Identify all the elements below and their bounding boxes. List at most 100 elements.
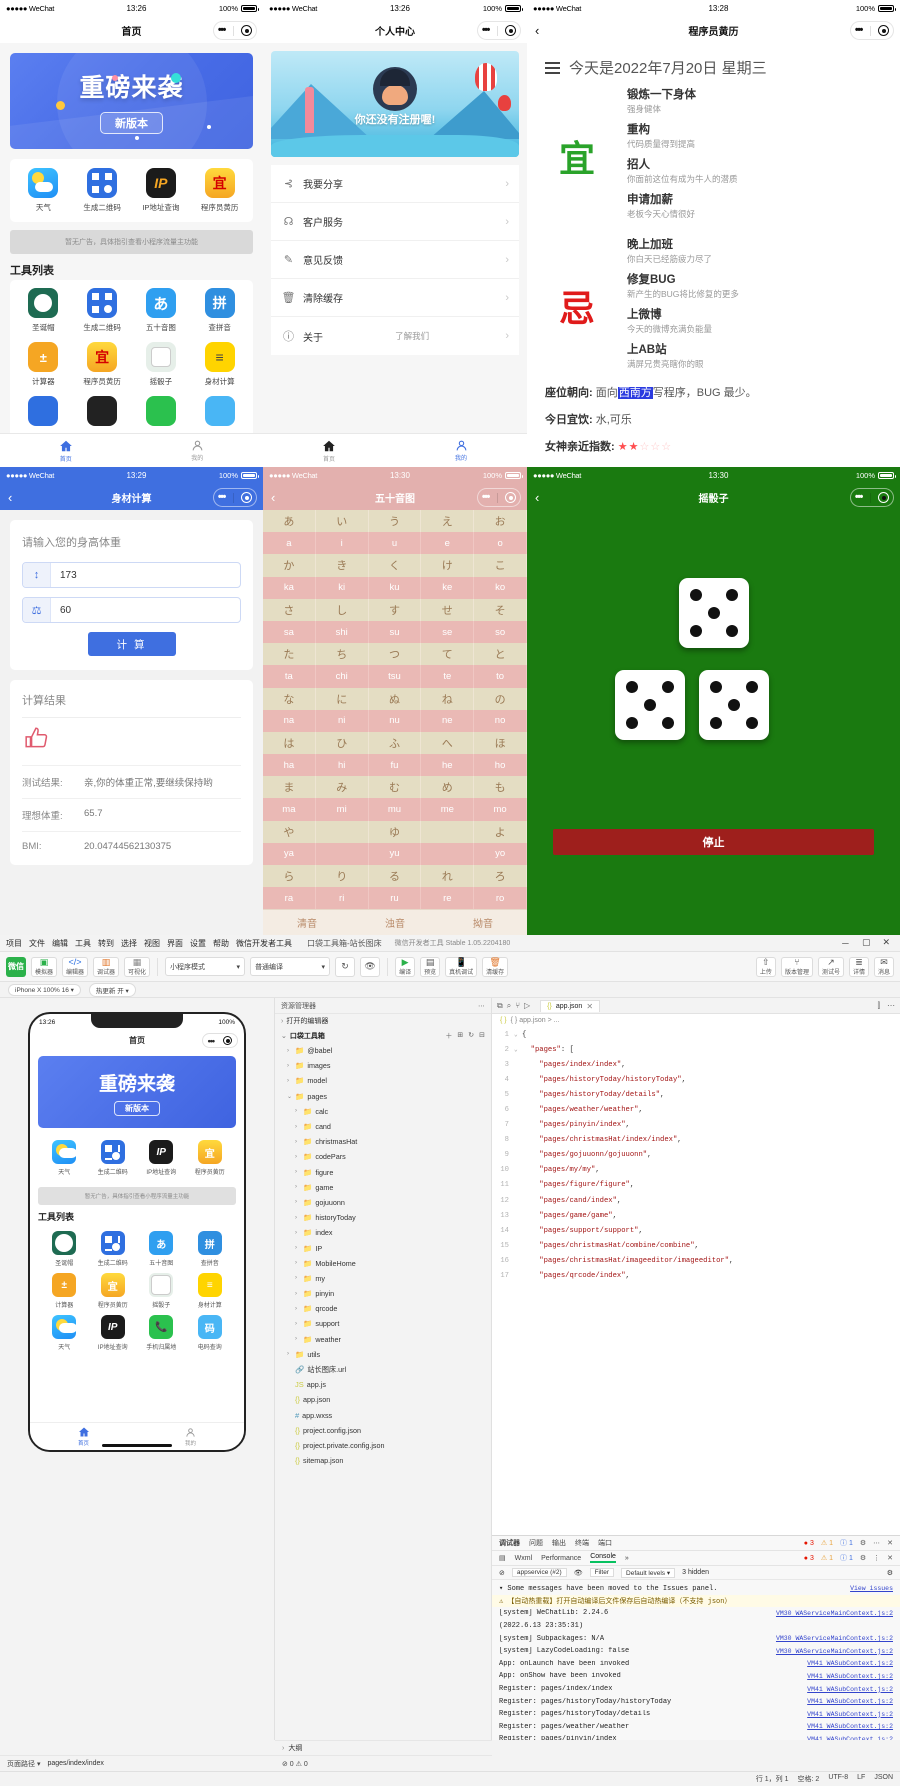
log-source-link[interactable]: VM41 WASubContext.js:2	[807, 1723, 893, 1730]
kana-cell[interactable]: さ	[263, 599, 316, 621]
eye-icon[interactable]: 👁	[574, 1569, 583, 1577]
version-button[interactable]: ⑂版本管理	[781, 957, 813, 977]
romaji-cell[interactable]: ru	[369, 887, 422, 909]
preview-button[interactable]: ▤预览	[420, 957, 440, 977]
menu-interface[interactable]: 界面	[167, 938, 183, 949]
clear-cache-button[interactable]: 🗑清缓存	[482, 957, 508, 977]
code-line[interactable]: 16 "pages/christmasHat/imageeditor/image…	[492, 1253, 900, 1268]
tree-node[interactable]: {}sitemap.json	[275, 1453, 491, 1468]
code-line[interactable]: 9 "pages/gojuuonn/gojuuonn",	[492, 1148, 900, 1163]
romaji-cell[interactable]: mi	[316, 798, 369, 820]
tree-node[interactable]: {}project.private.config.json	[275, 1438, 491, 1453]
menu-tools[interactable]: 工具	[75, 938, 91, 949]
die[interactable]	[699, 670, 769, 740]
romaji-cell[interactable]: se	[421, 621, 474, 643]
close-icon[interactable]: ✕	[887, 1554, 893, 1562]
tab-console[interactable]: Console	[590, 1553, 616, 1563]
romaji-cell[interactable]: ha	[263, 754, 316, 776]
romaji-cell[interactable]: so	[474, 621, 527, 643]
menu-settings[interactable]: 设置	[190, 938, 206, 949]
details-button[interactable]: ≣详情	[849, 957, 869, 977]
romaji-cell[interactable]: no	[474, 710, 527, 732]
romaji-cell[interactable]: re	[421, 887, 474, 909]
code-line[interactable]: 7 "pages/pinyin/index",	[492, 1118, 900, 1133]
kana-cell[interactable]: た	[263, 643, 316, 665]
tree-node[interactable]: JSapp.js	[275, 1377, 491, 1392]
tool-tile-body[interactable]: ≡ 身材计算	[190, 342, 249, 387]
code-line[interactable]: 17 "pages/qrcode/index",	[492, 1269, 900, 1284]
tree-node[interactable]: {}project.config.json	[275, 1423, 491, 1438]
sim-tool-tile[interactable]: 宜程序员黄历	[89, 1273, 138, 1309]
kana-button-youon[interactable]: 拗音	[439, 910, 527, 935]
levels-select[interactable]: Default levels ▾	[621, 1568, 675, 1578]
romaji-cell[interactable]: me	[421, 798, 474, 820]
die[interactable]	[679, 578, 749, 648]
tree-node[interactable]: ›📁game	[275, 1180, 491, 1195]
fold-marker[interactable]: ⌄	[514, 1031, 522, 1038]
kana-cell[interactable]: け	[421, 554, 474, 576]
settings-icon[interactable]: ⚙	[860, 1539, 866, 1547]
stop-button[interactable]: 停止	[553, 829, 874, 855]
sim-tool-tile[interactable]: 拼查拼音	[186, 1231, 235, 1267]
tree-node[interactable]: ›📁index	[275, 1225, 491, 1240]
romaji-cell[interactable]: ke	[421, 577, 474, 599]
close-target-icon[interactable]	[878, 492, 889, 503]
log-source-link[interactable]: VM41 WASubContext.js:2	[807, 1736, 893, 1740]
outline-bar[interactable]: › 大纲	[275, 1740, 492, 1755]
tree-node[interactable]: ›📁gojuuonn	[275, 1195, 491, 1210]
romaji-cell[interactable]: ho	[474, 754, 527, 776]
context-select[interactable]: appservice (#2)	[512, 1568, 567, 1577]
settings-icon[interactable]: ⚙	[860, 1554, 866, 1562]
log-source-link[interactable]: VM30 WAServiceMainContext.js:2	[776, 1635, 893, 1642]
menu-select[interactable]: 选择	[121, 938, 137, 949]
back-icon[interactable]: ‹	[271, 491, 275, 504]
tool-tile-extra-1[interactable]	[14, 396, 73, 426]
search-icon[interactable]: ⌕	[507, 1001, 511, 1011]
kana-cell[interactable]: あ	[263, 510, 316, 532]
tree-node[interactable]: ›📁utils	[275, 1347, 491, 1362]
kana-button-seion[interactable]: 清音	[263, 910, 351, 935]
menu-view[interactable]: 视图	[144, 938, 160, 949]
kana-cell[interactable]: き	[316, 554, 369, 576]
romaji-cell[interactable]: ma	[263, 798, 316, 820]
code-editor[interactable]: 1⌄{2⌄ "pages": [3 "pages/index/index",4 …	[492, 1027, 900, 1535]
kana-cell[interactable]: は	[263, 732, 316, 754]
romaji-cell[interactable]: e	[421, 532, 474, 554]
romaji-cell[interactable]: shi	[316, 621, 369, 643]
sim-tool-tile[interactable]: 码电码查询	[186, 1315, 235, 1351]
more-actions-icon[interactable]: ⋯	[887, 1001, 895, 1011]
sim-app-tile[interactable]: 宜程序员黄历	[186, 1140, 235, 1176]
tool-tile-extra-4[interactable]	[190, 396, 249, 426]
app-tile-weather[interactable]: 天气	[14, 168, 73, 213]
romaji-cell[interactable]: ki	[316, 577, 369, 599]
kana-cell[interactable]: お	[474, 510, 527, 532]
code-line[interactable]: 3 "pages/index/index",	[492, 1057, 900, 1072]
tab-profile[interactable]: 我的	[132, 434, 264, 467]
tree-node[interactable]: ›📁qrcode	[275, 1301, 491, 1316]
romaji-cell[interactable]: i	[316, 532, 369, 554]
page-path-label[interactable]: 页面路径 ▾	[7, 1759, 40, 1769]
romaji-cell[interactable]: ko	[474, 577, 527, 599]
log-source-link[interactable]: VM30 WAServiceMainContext.js:2	[776, 1648, 893, 1655]
wechat-capsule[interactable]: •••	[477, 488, 521, 507]
kana-cell[interactable]: く	[369, 554, 422, 576]
more-icon[interactable]: •••	[855, 492, 862, 503]
more-icon[interactable]: ⋮	[873, 1554, 880, 1562]
tab-output[interactable]: 输出	[552, 1538, 566, 1548]
sim-tool-tile[interactable]: 📞手机归属地	[137, 1315, 186, 1351]
menu-icon[interactable]	[545, 62, 560, 74]
code-line[interactable]: 14 "pages/support/support",	[492, 1223, 900, 1238]
close-target-icon[interactable]	[878, 25, 889, 36]
wechat-capsule[interactable]: •••	[850, 488, 894, 507]
tree-node[interactable]: ›📁codePars	[275, 1149, 491, 1164]
tree-node[interactable]: ›📁pinyin	[275, 1286, 491, 1301]
split-editor-icon[interactable]: ⫿	[877, 1001, 880, 1011]
sim-app-tile[interactable]: 天气	[40, 1140, 89, 1176]
romaji-cell[interactable]: yu	[369, 843, 422, 865]
tree-node[interactable]: ⌄📁pages	[275, 1089, 491, 1104]
sim-app-tile[interactable]: IPIP地址查询	[137, 1140, 186, 1176]
romaji-cell[interactable]: te	[421, 665, 474, 687]
wechat-capsule[interactable]: •••	[213, 488, 257, 507]
tree-node[interactable]: {}app.json	[275, 1392, 491, 1407]
kana-cell[interactable]: や	[263, 821, 316, 843]
